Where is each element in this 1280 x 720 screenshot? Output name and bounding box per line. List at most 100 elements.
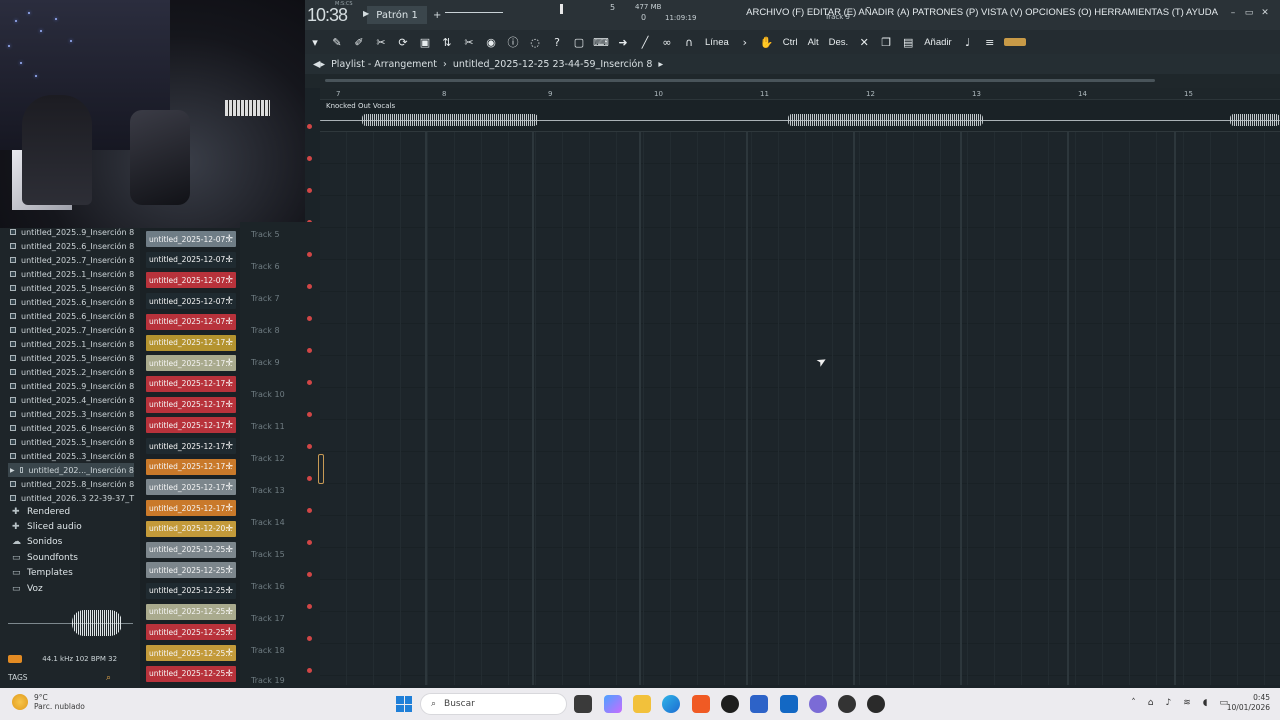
track-label[interactable]: Track 6 xyxy=(251,262,280,271)
mic-input-icon[interactable]: ♩ xyxy=(960,34,976,50)
chevron-right-icon[interactable]: › xyxy=(737,34,753,50)
search-icon[interactable]: ⌕ xyxy=(106,673,111,683)
track-mute-button[interactable] xyxy=(307,156,312,161)
track-mute-button[interactable] xyxy=(307,348,312,353)
browser-file[interactable]: untitled_2025..8_Inserción 8 xyxy=(10,477,134,491)
help-icon[interactable]: ? xyxy=(549,34,565,50)
track-mute-button[interactable] xyxy=(307,540,312,545)
browser-file[interactable]: untitled_2025..7_Inserción 8 xyxy=(10,253,134,267)
app-icon[interactable] xyxy=(838,695,856,713)
close-icon[interactable]: ✕ xyxy=(856,34,872,50)
loop-icon[interactable]: ⟳ xyxy=(395,34,411,50)
add-button[interactable]: Añadir xyxy=(922,37,953,48)
clip-source-item[interactable]: untitled_2025-12-07... ✛ xyxy=(146,251,236,268)
clip-move-icon[interactable]: ✛ xyxy=(225,317,233,327)
pitch-knob[interactable] xyxy=(560,4,563,14)
media-player-icon[interactable] xyxy=(867,695,885,713)
hand-icon[interactable]: ✋ xyxy=(759,34,775,50)
track-label[interactable]: Track 14 xyxy=(251,518,285,527)
clip-source-item[interactable]: untitled_2025-12-07... ✛ xyxy=(146,272,236,289)
minimize-button[interactable]: – xyxy=(1228,8,1238,18)
browser-file[interactable]: untitled_2025..6_Inserción 8 xyxy=(10,239,134,253)
brave-icon[interactable] xyxy=(692,695,710,713)
weather-widget[interactable]: 9°C Parc. nublado xyxy=(12,693,85,711)
play-icon[interactable]: ▶ xyxy=(10,467,15,474)
browser-folder-rendered[interactable]: ✚ Rendered xyxy=(12,507,70,517)
add-pattern-button[interactable]: + xyxy=(433,10,441,21)
snap-mode-select[interactable]: Línea xyxy=(703,37,731,48)
clip-move-icon[interactable]: ✛ xyxy=(225,296,233,306)
clip-move-icon[interactable]: ✛ xyxy=(225,420,233,430)
chevron-right-icon[interactable]: ▸ xyxy=(658,59,663,70)
mixer-icon[interactable]: ≡ xyxy=(982,34,998,50)
paste-icon[interactable]: ▤ xyxy=(900,34,916,50)
browser-folder-voz[interactable]: ▭ Voz xyxy=(12,584,43,594)
track-mute-button[interactable] xyxy=(307,412,312,417)
clip-move-icon[interactable]: ✛ xyxy=(225,669,233,679)
delete-tool-icon[interactable]: ✂ xyxy=(373,34,389,50)
clip-move-icon[interactable]: ✛ xyxy=(225,524,233,534)
pattern-selector[interactable]: Patrón 1 xyxy=(367,6,428,24)
clip-move-icon[interactable]: ✛ xyxy=(225,234,233,244)
track-mute-button[interactable] xyxy=(307,188,312,193)
track-label[interactable]: Track 9 xyxy=(251,358,280,367)
browser-file[interactable]: untitled_2025..3_Inserción 8 xyxy=(10,407,134,421)
scrollbar-thumb[interactable] xyxy=(325,79,1155,82)
browser-folder-templates[interactable]: ▭ Templates xyxy=(12,568,73,578)
clip-move-icon[interactable]: ✛ xyxy=(225,400,233,410)
audio-preview[interactable] xyxy=(8,608,133,638)
track-label[interactable]: Track 16 xyxy=(251,582,285,591)
link-icon[interactable]: ∞ xyxy=(659,34,675,50)
track-mute-button[interactable] xyxy=(307,476,312,481)
clip-source-item[interactable]: untitled_2025-12-25... ✛ xyxy=(146,645,236,661)
copilot-icon[interactable] xyxy=(604,695,622,713)
store-icon[interactable] xyxy=(750,695,768,713)
clip-source-item[interactable]: untitled_2025-12-25... ✛ xyxy=(146,582,236,599)
track-label[interactable]: Track 13 xyxy=(251,486,285,495)
track-mute-button[interactable] xyxy=(307,284,312,289)
clip-move-icon[interactable]: ✛ xyxy=(225,275,233,285)
audio-clip[interactable]: Knocked Out Vocals xyxy=(320,100,1280,132)
copy-icon[interactable]: ❐ xyxy=(878,34,894,50)
browser-file[interactable]: untitled_2025..1_Inserción 8 xyxy=(10,337,134,351)
chevron-up-icon[interactable]: ˄ xyxy=(1131,698,1136,708)
clip-source-item[interactable]: untitled_2025-12-25... ✛ xyxy=(146,624,236,641)
taskbar-search[interactable]: ⌕ Buscar xyxy=(420,693,567,715)
track-label[interactable]: Track 10 xyxy=(251,390,285,399)
clip-move-icon[interactable]: ✛ xyxy=(225,565,233,575)
clip-source-item[interactable]: untitled_2025-12-25... ✛ xyxy=(146,665,236,682)
browser-folder-soundfonts[interactable]: ▭ Soundfonts xyxy=(12,553,78,563)
tray-clock[interactable]: 0:45 10/01/2026 xyxy=(1227,693,1270,713)
track-label[interactable]: Track 19 xyxy=(251,676,285,685)
track-mute-button[interactable] xyxy=(307,636,312,641)
alt-button[interactable]: Alt xyxy=(806,37,821,48)
playlist-icon[interactable]: ◀▸ xyxy=(313,59,325,70)
fl-studio-icon[interactable] xyxy=(721,695,739,713)
track-label[interactable]: Track 17 xyxy=(251,614,285,623)
main-menu[interactable]: ARCHIVO (F) EDITAR (E) AÑADIR (A) PATRON… xyxy=(746,7,1218,18)
tags-label[interactable]: TAGS xyxy=(8,673,28,682)
clip-source-item[interactable]: untitled_2025-12-25... ✛ xyxy=(146,562,236,579)
ctrl-button[interactable]: Ctrl xyxy=(781,37,800,48)
timeline-ruler[interactable]: 7 8 9 10 11 12 13 14 15 xyxy=(320,88,1280,100)
playlist-grid[interactable]: Knocked Out Vocals xyxy=(320,100,1280,685)
browser-file[interactable]: untitled_2025..5_Inserción 8 xyxy=(10,281,134,295)
track-label[interactable]: Track 11 xyxy=(251,422,285,431)
browser-file[interactable]: untitled_2025..9_Inserción 8 xyxy=(10,379,134,393)
master-volume-slider[interactable] xyxy=(445,12,503,13)
track-label[interactable]: Track 15 xyxy=(251,550,285,559)
track-mute-button[interactable] xyxy=(307,316,312,321)
info-icon[interactable]: ⓘ xyxy=(505,34,521,50)
network-icon[interactable]: ⌂ xyxy=(1148,698,1154,708)
mic-icon[interactable]: ◉ xyxy=(483,34,499,50)
song-time[interactable]: 10:38 xyxy=(307,5,348,26)
task-view-icon[interactable] xyxy=(574,695,592,713)
paint-tool-icon[interactable]: ✐ xyxy=(351,34,367,50)
next-icon[interactable]: ➜ xyxy=(615,34,631,50)
clip-source-item[interactable]: untitled_2025-12-17... ✛ xyxy=(146,355,236,372)
clip-move-icon[interactable]: ✛ xyxy=(225,379,233,389)
slice-tool-icon[interactable]: ✂ xyxy=(461,34,477,50)
track-label[interactable]: Track 8 xyxy=(251,326,280,335)
close-button[interactable]: ✕ xyxy=(1260,8,1270,18)
browser-file[interactable]: untitled_2025..1_Inserción 8 xyxy=(10,267,134,281)
